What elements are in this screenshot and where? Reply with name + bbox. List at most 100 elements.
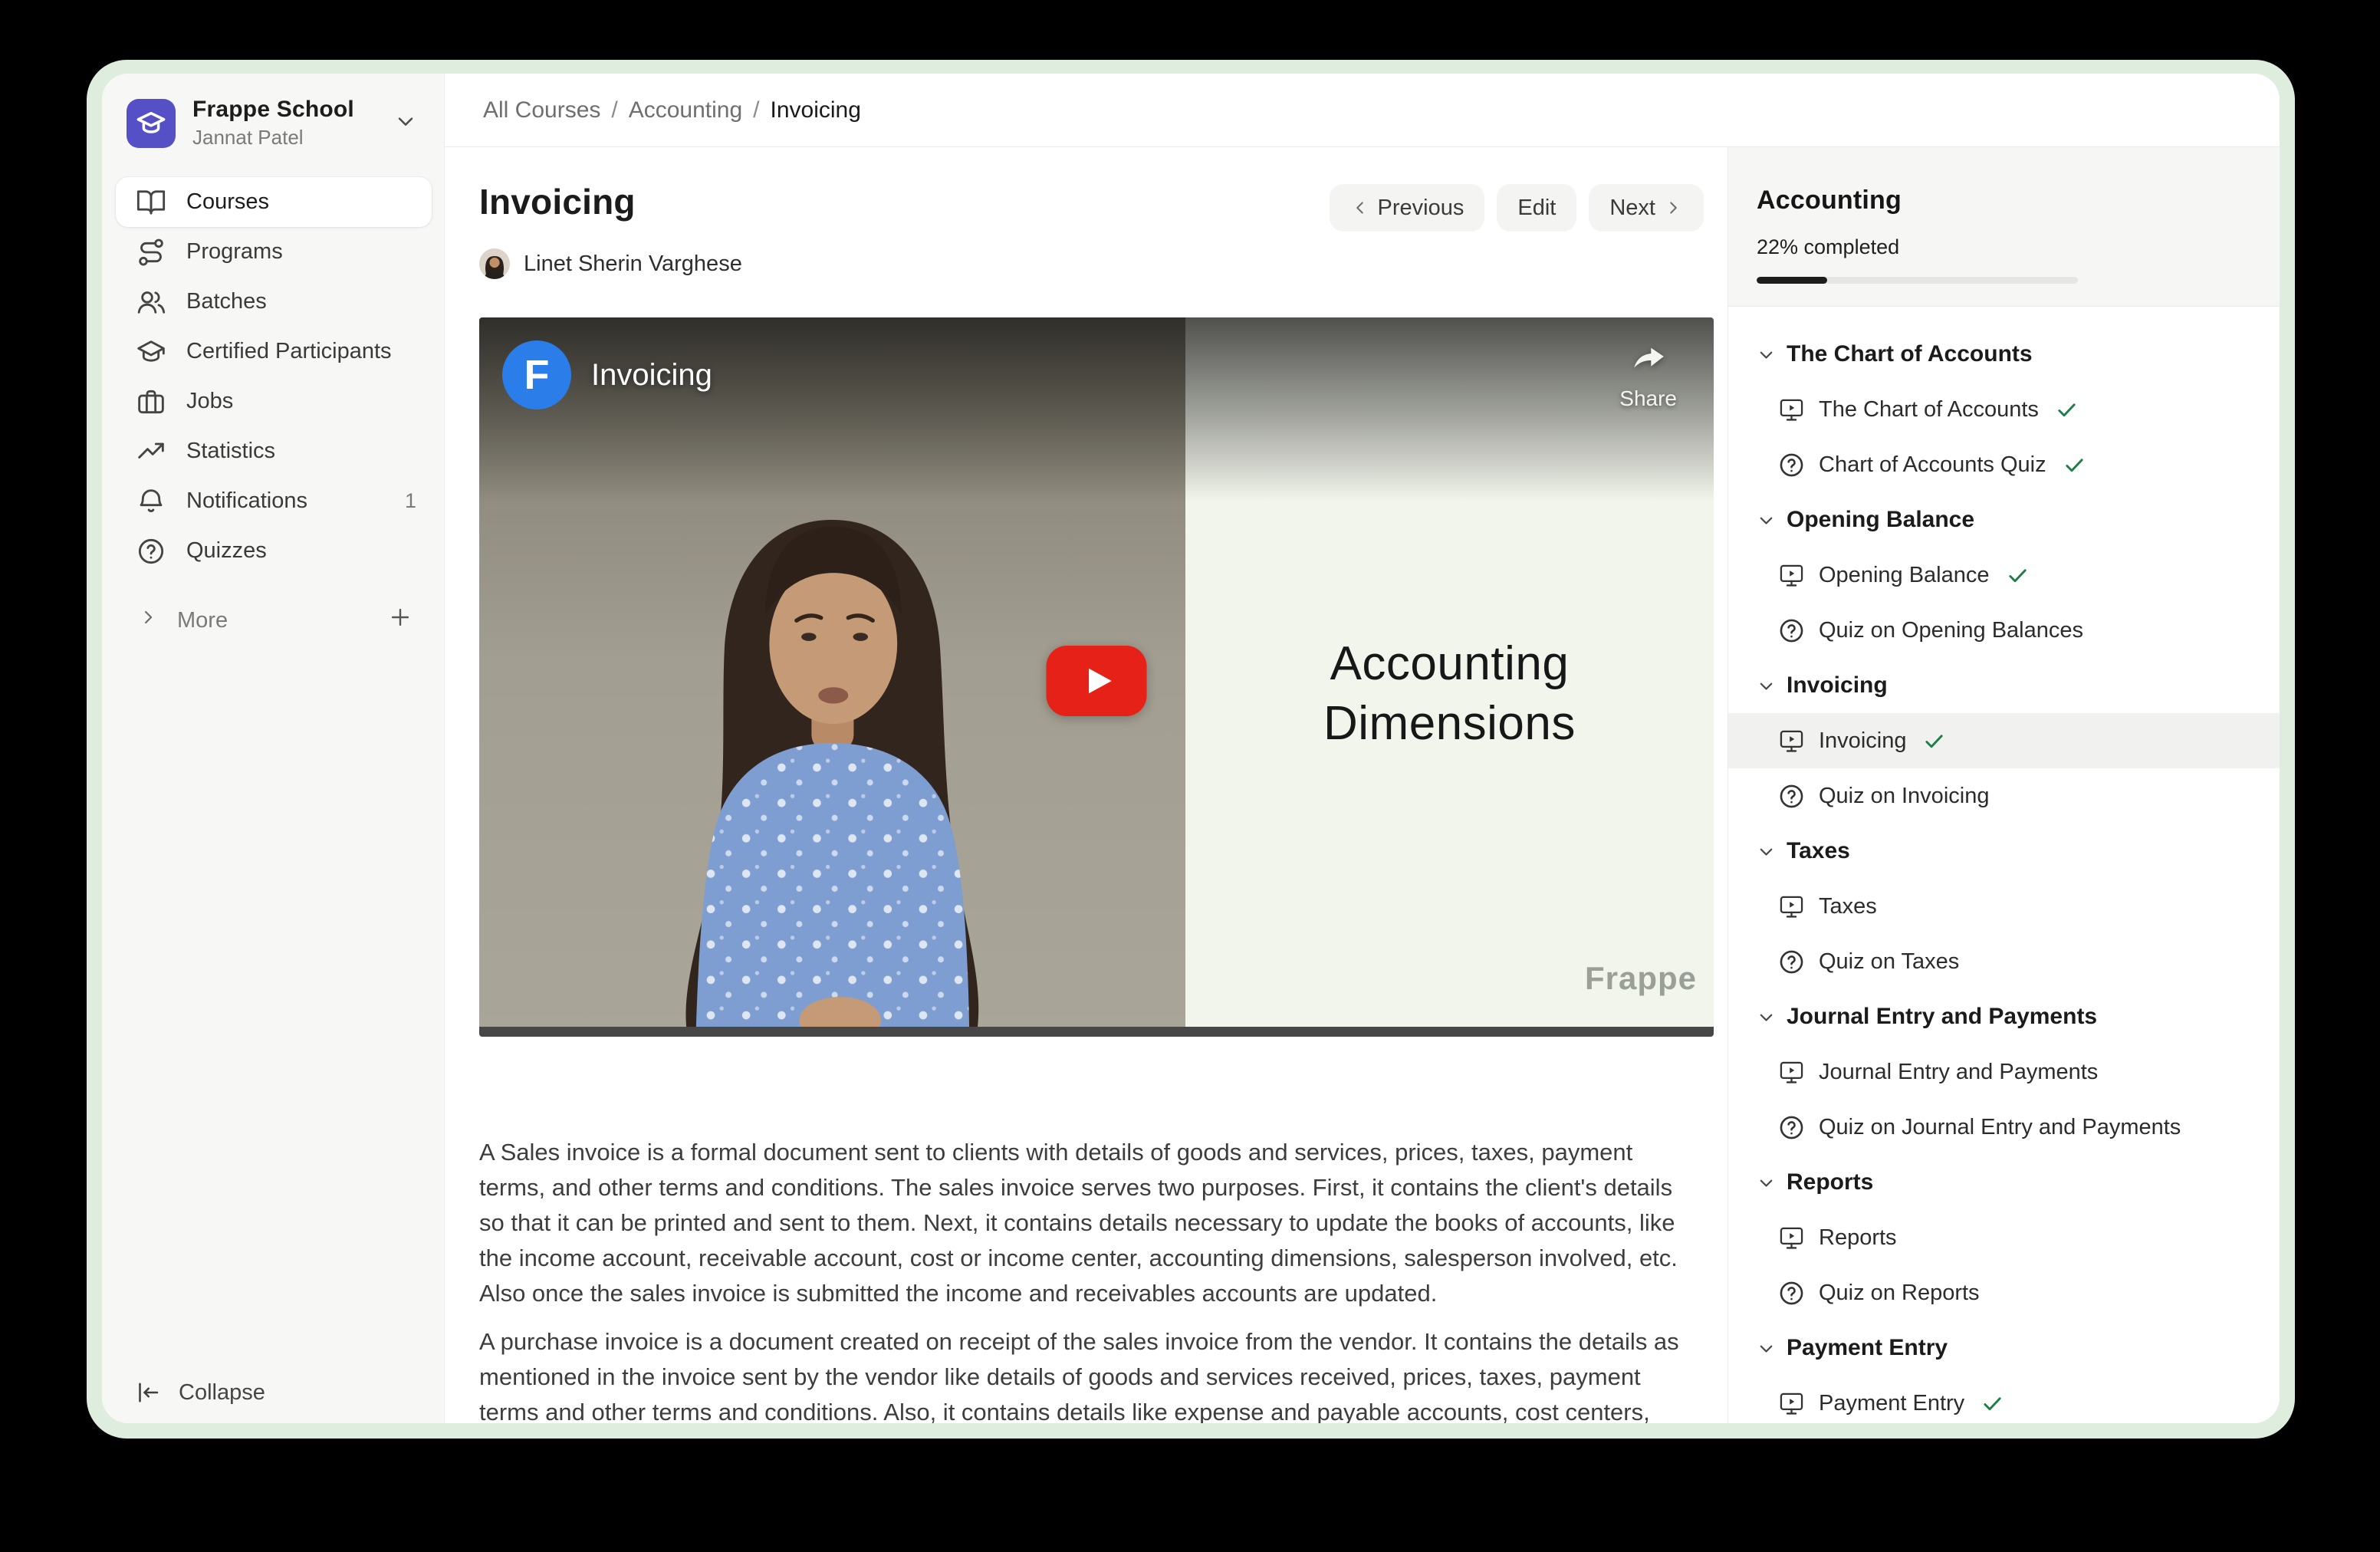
page-title: Invoicing: [479, 181, 636, 222]
outline-lesson[interactable]: Payment Entry: [1728, 1376, 2280, 1423]
breadcrumb-separator: /: [611, 97, 617, 123]
channel-avatar[interactable]: F: [502, 340, 571, 409]
outline-lesson-title: Reports: [1819, 1225, 1897, 1251]
course-title: Accounting: [1757, 186, 2250, 215]
outline-section-title: Opening Balance: [1787, 507, 1974, 533]
video-bottom-bar: [479, 1027, 1714, 1037]
share-button[interactable]: Share: [1619, 339, 1677, 411]
course-outline-list: The Chart of Accounts The Chart of Accou…: [1728, 307, 2280, 1423]
slide-title-line2: Dimensions: [1185, 694, 1714, 754]
outline-lesson-title: Invoicing: [1819, 728, 1906, 754]
outline-lesson-title: Quiz on Taxes: [1819, 949, 1959, 975]
quiz-lesson-icon: [1777, 1113, 1806, 1142]
check-icon: [1922, 729, 1946, 753]
sidebar-item-label: Statistics: [186, 439, 275, 464]
next-button-label: Next: [1609, 196, 1655, 221]
outline-lesson[interactable]: Quiz on Reports: [1728, 1265, 2280, 1320]
video-lesson-icon: [1777, 727, 1806, 755]
chevron-down-icon: [1756, 510, 1777, 531]
outline-lesson-title: Taxes: [1819, 894, 1877, 919]
outline-lesson-title: Quiz on Reports: [1819, 1281, 1980, 1306]
edit-button[interactable]: Edit: [1497, 184, 1576, 232]
sidebar-item-label: Certified Participants: [186, 339, 392, 364]
outline-section-chart-of-accounts[interactable]: The Chart of Accounts: [1728, 327, 2280, 382]
sidebar-item-courses[interactable]: Courses: [116, 177, 432, 227]
outline-section-taxes[interactable]: Taxes: [1728, 824, 2280, 879]
chevron-down-icon: [1756, 1007, 1777, 1028]
outline-section-title: Invoicing: [1787, 672, 1888, 699]
outline-lesson[interactable]: Taxes: [1728, 879, 2280, 934]
outline-lesson[interactable]: Quiz on Journal Entry and Payments: [1728, 1100, 2280, 1155]
chevron-down-icon: [1756, 676, 1777, 696]
outline-lesson[interactable]: Reports: [1728, 1210, 2280, 1265]
sidebar-item-label: Jobs: [186, 389, 233, 414]
chevron-down-icon[interactable]: [393, 109, 418, 137]
chevron-right-icon: [1663, 198, 1683, 218]
quiz-lesson-icon: [1777, 451, 1806, 479]
app-window-frame: Frappe School Jannat Patel Courses Progr…: [87, 60, 2295, 1439]
sidebar-more-toggle[interactable]: More: [116, 597, 432, 643]
outline-lesson[interactable]: Quiz on Invoicing: [1728, 768, 2280, 824]
outline-section-opening-balance[interactable]: Opening Balance: [1728, 492, 2280, 547]
top-header: All Courses / Accounting / Invoicing: [445, 74, 2280, 147]
outline-section-reports[interactable]: Reports: [1728, 1155, 2280, 1210]
video-lesson-icon: [1777, 1224, 1806, 1252]
breadcrumb-all-courses[interactable]: All Courses: [483, 97, 600, 123]
sidebar-item-notifications[interactable]: Notifications 1: [116, 476, 432, 526]
chevron-down-icon: [1756, 1338, 1777, 1359]
chevron-down-icon: [1756, 344, 1777, 365]
chevron-left-icon: [1350, 198, 1370, 218]
outline-section-invoicing[interactable]: Invoicing: [1728, 658, 2280, 713]
left-sidebar: Frappe School Jannat Patel Courses Progr…: [102, 74, 445, 1423]
video-title[interactable]: Invoicing: [591, 358, 712, 393]
outline-lesson[interactable]: The Chart of Accounts: [1728, 382, 2280, 437]
video-lesson-icon: [1777, 396, 1806, 424]
sidebar-collapse-button[interactable]: Collapse: [134, 1379, 265, 1406]
sidebar-item-programs[interactable]: Programs: [116, 227, 432, 277]
check-icon: [2006, 564, 2030, 587]
outline-lesson-current[interactable]: Invoicing: [1728, 713, 2280, 768]
sidebar-item-label: Programs: [186, 239, 283, 265]
outline-lesson[interactable]: Quiz on Taxes: [1728, 934, 2280, 989]
breadcrumb-separator: /: [753, 97, 759, 123]
previous-button-label: Previous: [1378, 196, 1464, 221]
breadcrumb-accounting[interactable]: Accounting: [629, 97, 742, 123]
trending-up-icon: [136, 436, 166, 467]
workspace-switcher[interactable]: Frappe School Jannat Patel: [102, 74, 444, 150]
video-player[interactable]: Accounting Dimensions Frappe F Invoicing: [479, 317, 1714, 1037]
course-outline-sidebar: Accounting 22% completed The Chart of Ac…: [1727, 147, 2280, 1423]
sidebar-item-jobs[interactable]: Jobs: [116, 376, 432, 426]
author-name: Linet Sherin Varghese: [524, 252, 742, 277]
outline-lesson[interactable]: Opening Balance: [1728, 547, 2280, 603]
course-outline-header: Accounting 22% completed: [1728, 147, 2280, 307]
outline-lesson[interactable]: Quiz on Opening Balances: [1728, 603, 2280, 658]
sidebar-item-statistics[interactable]: Statistics: [116, 426, 432, 476]
share-label: Share: [1619, 386, 1677, 411]
content-region: All Courses / Accounting / Invoicing Inv…: [445, 74, 2280, 1423]
next-button[interactable]: Next: [1589, 184, 1704, 232]
video-lesson-icon: [1777, 893, 1806, 921]
check-icon: [1981, 1392, 2004, 1416]
sidebar-item-label: Notifications: [186, 488, 307, 514]
outline-lesson[interactable]: Chart of Accounts Quiz: [1728, 437, 2280, 492]
sidebar-item-certified-participants[interactable]: Certified Participants: [116, 327, 432, 376]
previous-button[interactable]: Previous: [1330, 184, 1485, 232]
play-button[interactable]: [1047, 646, 1147, 716]
breadcrumb-current: Invoicing: [771, 97, 861, 123]
notification-count-badge: 1: [405, 489, 416, 513]
chevron-down-icon: [1756, 1172, 1777, 1193]
add-icon[interactable]: [387, 604, 413, 636]
chevron-right-icon: [137, 607, 159, 634]
frappe-watermark: Frappe: [1585, 960, 1697, 997]
quiz-lesson-icon: [1777, 948, 1806, 976]
outline-lesson[interactable]: Journal Entry and Payments: [1728, 1044, 2280, 1100]
video-lesson-icon: [1777, 561, 1806, 590]
sidebar-item-quizzes[interactable]: Quizzes: [116, 526, 432, 576]
outline-section-journal-entry[interactable]: Journal Entry and Payments: [1728, 989, 2280, 1044]
quiz-lesson-icon: [1777, 617, 1806, 645]
outline-section-payment-entry[interactable]: Payment Entry: [1728, 1320, 2280, 1376]
sidebar-item-batches[interactable]: Batches: [116, 277, 432, 327]
collapse-sidebar-icon: [134, 1379, 162, 1406]
collapse-label: Collapse: [179, 1380, 265, 1406]
outline-lesson-title: Quiz on Opening Balances: [1819, 618, 2083, 643]
